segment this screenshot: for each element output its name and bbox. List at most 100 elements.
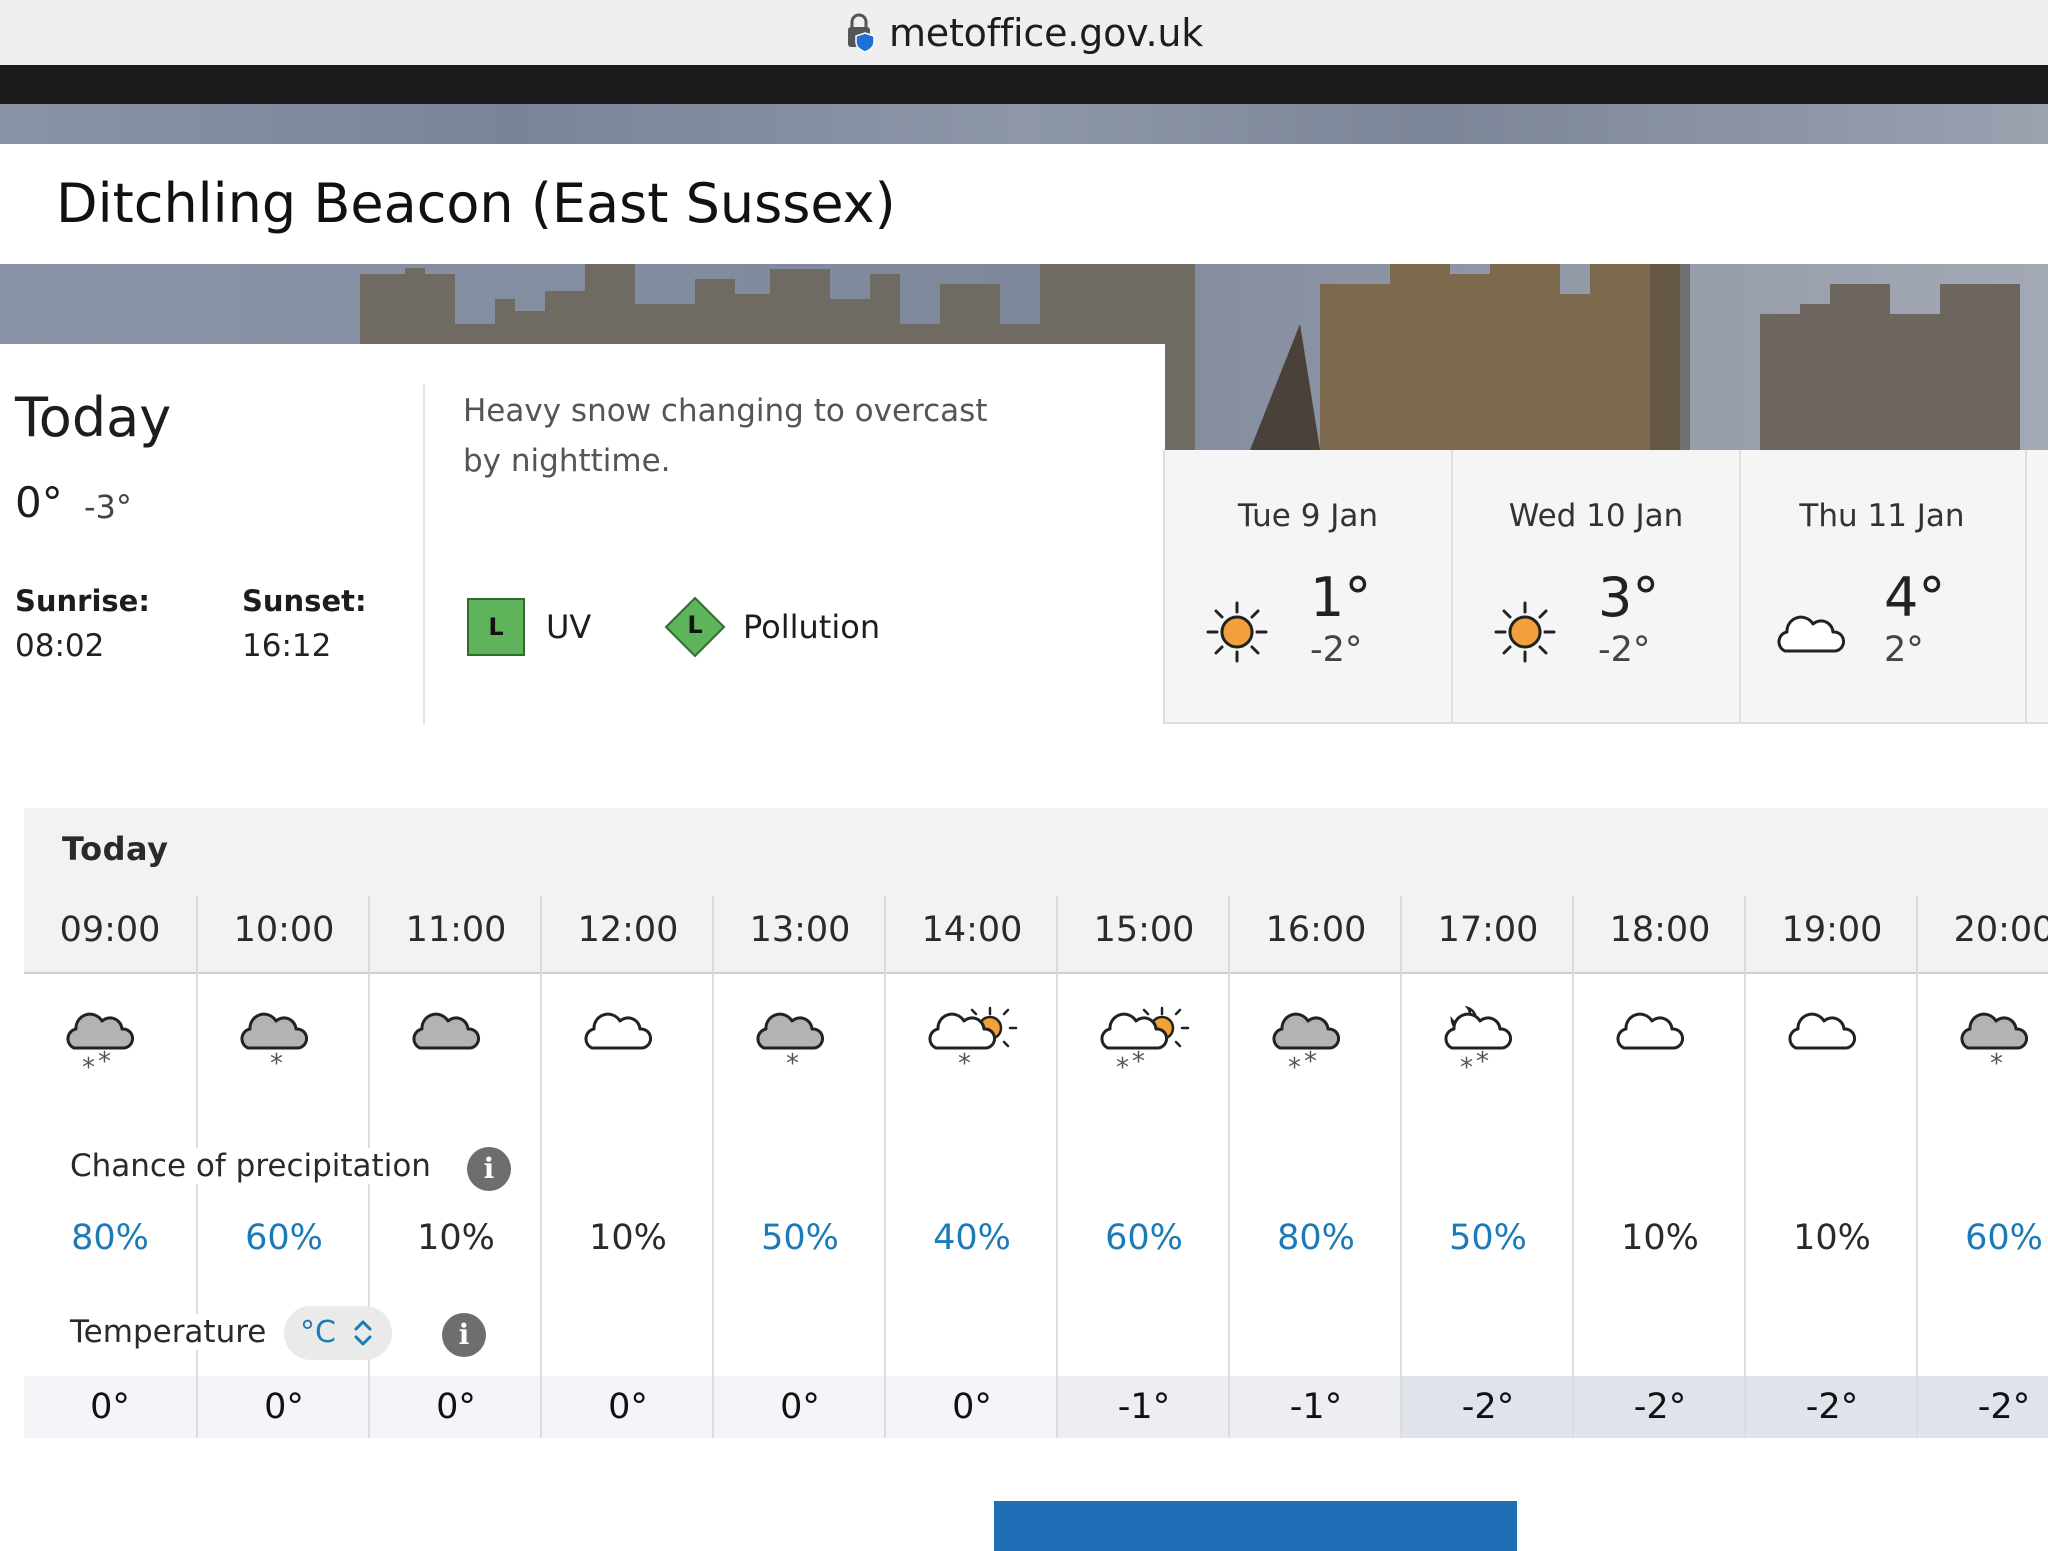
sunset-time: 16:12 bbox=[242, 628, 332, 664]
hour-time: 12:00 bbox=[577, 910, 679, 950]
lock-icon bbox=[845, 13, 879, 53]
precip-value: 10% bbox=[1621, 1218, 1699, 1258]
light-snow-icon: * bbox=[1960, 1012, 2028, 1079]
precip-value: 10% bbox=[417, 1218, 495, 1258]
sunny-icon bbox=[1206, 601, 1268, 663]
precip-value: 80% bbox=[1277, 1218, 1355, 1258]
svg-text:*: * bbox=[958, 1049, 971, 1079]
weather-icon-cell: * * bbox=[60, 1006, 160, 1090]
sunny-icon bbox=[1494, 601, 1556, 663]
day-tab-thu[interactable]: Thu 11 Jan 4° 2° bbox=[1739, 450, 2027, 722]
day-max-temp: 1° bbox=[1310, 566, 1372, 629]
precip-value: 10% bbox=[1793, 1218, 1871, 1258]
hour-time: 10:00 bbox=[233, 910, 335, 950]
svg-text:*: * bbox=[82, 1053, 95, 1083]
temperature-info-icon[interactable]: i bbox=[442, 1313, 486, 1357]
day-tab-wed[interactable]: Wed 10 Jan 3° -2° bbox=[1453, 450, 1741, 722]
svg-text:*: * bbox=[1990, 1049, 2003, 1079]
page-title: Ditchling Beacon (East Sussex) bbox=[56, 172, 896, 235]
svg-text:*: * bbox=[1288, 1053, 1301, 1083]
hourly-forecast-table[interactable]: Today 09:00 * * 80% 0° 10:00 * 60% 0° 11:00 10% 0° 1… bbox=[24, 808, 2048, 1438]
site-header-bar bbox=[0, 65, 2048, 104]
hour-time: 17:00 bbox=[1437, 910, 1539, 950]
hour-column: 14:00 * 40% 0° bbox=[884, 896, 1058, 1438]
show-full-forecast-button[interactable] bbox=[994, 1501, 1517, 1551]
url-text: metoffice.gov.uk bbox=[888, 10, 1204, 55]
hour-time: 09:00 bbox=[59, 910, 161, 950]
unit-toggle[interactable]: °C bbox=[284, 1306, 392, 1360]
hour-time: 16:00 bbox=[1265, 910, 1367, 950]
svg-text:*: * bbox=[1304, 1047, 1317, 1077]
precip-value: 60% bbox=[245, 1218, 323, 1258]
day-max-temp: 4° bbox=[1884, 566, 1946, 629]
sunny-intervals-heavy-snow-icon: * * bbox=[1100, 1006, 1190, 1083]
temperature-value: -2° bbox=[1918, 1376, 2048, 1438]
cloudy-icon bbox=[584, 1012, 652, 1050]
hour-time: 15:00 bbox=[1093, 910, 1195, 950]
weather-icon-cell: * * bbox=[1438, 1005, 1538, 1090]
temperature-value: 0° bbox=[886, 1376, 1058, 1438]
svg-text:*: * bbox=[1116, 1053, 1129, 1083]
cloudy-icon bbox=[1616, 1012, 1684, 1050]
svg-text:*: * bbox=[98, 1047, 111, 1077]
today-description: Heavy snow changing to overcast by night… bbox=[463, 393, 988, 479]
precip-value: 10% bbox=[589, 1218, 667, 1258]
sunrise-label: Sunrise: bbox=[15, 584, 150, 618]
hour-column: 16:00 * * 80% -1° bbox=[1228, 896, 1402, 1438]
day-min-temp: -2° bbox=[1598, 630, 1651, 670]
precip-label: Chance of precipitation bbox=[70, 1148, 437, 1184]
hour-column: 13:00 * 50% 0° bbox=[712, 896, 886, 1438]
hour-column: 18:00 10% -2° bbox=[1572, 896, 1746, 1438]
uv-badge[interactable]: L bbox=[467, 598, 525, 656]
temperature-value: 0° bbox=[198, 1376, 370, 1438]
temperature-value: -1° bbox=[1230, 1376, 1402, 1438]
hero-image-strip bbox=[0, 104, 2048, 144]
weather-icon-cell: * bbox=[922, 1006, 1022, 1090]
weather-icon-cell: * * bbox=[1266, 1006, 1366, 1090]
day-min-temp: 2° bbox=[1884, 630, 1924, 670]
precip-value: 80% bbox=[71, 1218, 149, 1258]
svg-text:*: * bbox=[786, 1049, 799, 1079]
day-tab-tue[interactable]: Tue 9 Jan 1° -2° bbox=[1165, 450, 1453, 722]
hour-time: 19:00 bbox=[1781, 910, 1883, 950]
day-date: Thu 11 Jan bbox=[1799, 498, 1965, 534]
hour-time: 18:00 bbox=[1609, 910, 1711, 950]
unit-label: °C bbox=[300, 1315, 336, 1350]
heavy-snow-icon: * * bbox=[1272, 1012, 1340, 1083]
precip-value: 50% bbox=[761, 1218, 839, 1258]
day-date: Tue 9 Jan bbox=[1237, 498, 1379, 534]
day-max-temp: 3° bbox=[1598, 566, 1660, 629]
today-summary-card: Today 0° -3° Sunrise: 08:02 Sunset: 16:1… bbox=[0, 344, 1165, 724]
svg-text:*: * bbox=[270, 1049, 283, 1079]
light-snow-icon: * bbox=[756, 1012, 824, 1079]
uv-label[interactable]: UV bbox=[546, 608, 591, 646]
location-header: Ditchling Beacon (East Sussex) bbox=[0, 144, 2048, 264]
precip-value: 40% bbox=[933, 1218, 1011, 1258]
hour-column: 17:00 * * 50% -2° bbox=[1400, 896, 1574, 1438]
browser-address-bar[interactable]: metoffice.gov.uk bbox=[0, 0, 2048, 65]
sunny-intervals-snow-icon: * bbox=[928, 1006, 1018, 1079]
hour-time: 11:00 bbox=[405, 910, 507, 950]
night-heavy-snow-icon: * * bbox=[1444, 1005, 1512, 1083]
temperature-value: -1° bbox=[1058, 1376, 1230, 1438]
weather-icon-cell bbox=[1782, 1006, 1882, 1090]
temperature-value: 0° bbox=[24, 1376, 196, 1438]
weather-icon-cell bbox=[406, 1006, 506, 1090]
pollution-label[interactable]: Pollution bbox=[743, 608, 880, 646]
temperature-value: 0° bbox=[370, 1376, 542, 1438]
svg-text:*: * bbox=[1132, 1047, 1145, 1077]
today-max-temp: 0° bbox=[15, 478, 63, 527]
light-snow-icon: * bbox=[240, 1012, 308, 1079]
temperature-value: 0° bbox=[714, 1376, 886, 1438]
hour-column: 20:00 * 60% -2° bbox=[1916, 896, 2048, 1438]
day-min-temp: -2° bbox=[1310, 630, 1363, 670]
hour-column: 12:00 10% 0° bbox=[540, 896, 714, 1438]
daily-forecast-tabs: Tue 9 Jan 1° -2° Wed 10 Jan 3° -2° Thu 1… bbox=[1163, 450, 2048, 724]
temperature-value: -2° bbox=[1746, 1376, 1918, 1438]
precip-info-icon[interactable]: i bbox=[467, 1147, 511, 1191]
weather-icon-cell: * bbox=[750, 1006, 850, 1090]
pollution-badge[interactable]: L bbox=[664, 596, 726, 658]
hour-time: 13:00 bbox=[749, 910, 851, 950]
divider bbox=[423, 384, 425, 724]
hour-column: 15:00 * * 60% -1° bbox=[1056, 896, 1230, 1438]
